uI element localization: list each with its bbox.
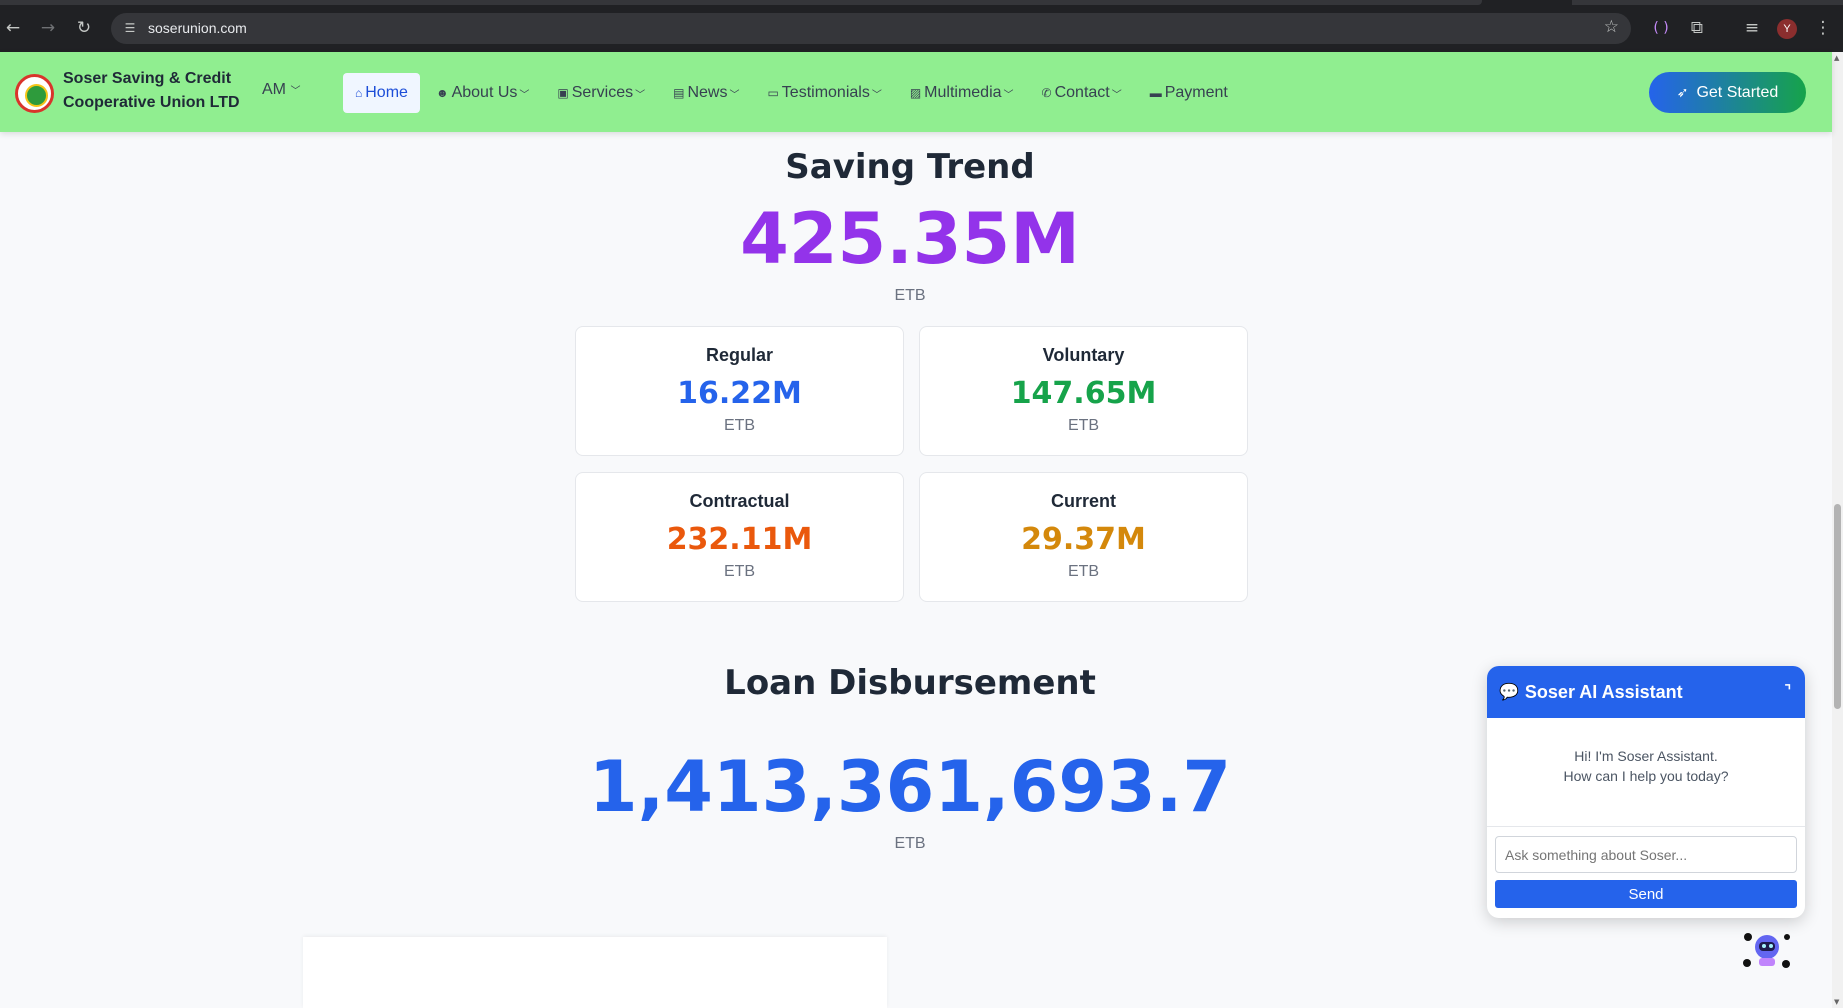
card-value: 29.37M [1021,522,1146,557]
site-navbar: Soser Saving & Credit Cooperative Union … [0,52,1832,132]
greeting-line-1: Hi! I'm Soser Assistant. [1574,748,1718,764]
nav-label: Multimedia [924,84,1002,101]
card-icon: ▬ [1149,86,1162,100]
people-icon: ☻ [435,86,449,100]
nav-label: Services [571,84,634,101]
media-control-icon[interactable]: ≡ [1740,16,1764,40]
card-unit: ETB [723,563,756,580]
get-started-button[interactable]: ➶ Get Started [1649,72,1806,113]
saving-card-contractual: Contractual 232.11M ETB [575,472,904,602]
chevron-down-icon: ﹀ [729,89,740,101]
card-label: Regular [705,345,774,365]
nav-label: Payment [1164,84,1228,101]
scroll-down-icon[interactable]: ▼ [1834,998,1839,1006]
browser-toolbar: ← → ↻ ☰ soserunion.com ☆ ( ) ⧉ ≡ Y ⋮ [0,0,1843,52]
newspaper-icon: ▤ [673,86,685,100]
saving-card-current: Current 29.37M ETB [919,472,1248,602]
loan-disbursement-title: Loan Disbursement [724,663,1096,703]
chat-title: Soser AI Assistant [1524,681,1683,702]
card-value: 232.11M [666,522,813,557]
ai-assistant-chat: 💬 Soser AI Assistant ⌝ Hi! I'm Soser Ass… [1487,666,1805,918]
nav-item-news[interactable]: ▤ News ﹀ [667,73,745,113]
content-panel [303,937,887,1008]
nav-label: Home [365,84,408,101]
home-icon: ⌂ [355,86,363,100]
card-value: 147.65M [1010,376,1157,411]
brand-line-2: Cooperative Union LTD [63,94,240,111]
loan-disbursement-value: 1,413,361,693.7 [588,746,1232,828]
chevron-down-icon: ﹀ [635,89,646,101]
url-text[interactable]: soserunion.com [148,20,247,36]
nav-label: About Us [451,84,518,101]
language-selector[interactable]: AM ﹀ [262,81,300,99]
active-tab-edge[interactable] [0,0,1482,5]
nav-label: Testimonials [781,84,870,101]
nav-label: News [687,84,728,101]
card-unit: ETB [1067,563,1100,580]
forward-arrow-icon[interactable]: → [36,16,60,40]
chevron-down-icon: ﹀ [871,89,882,101]
back-arrow-icon[interactable]: ← [1,16,25,40]
card-label: Contractual [689,491,790,511]
kebab-menu-icon[interactable]: ⋮ [1811,16,1835,40]
reload-icon[interactable]: ↻ [72,16,96,40]
chevron-down-icon: ﹀ [290,86,301,97]
chat-greeting: Hi! I'm Soser Assistant. How can I help … [1487,746,1805,786]
saving-total-value: 425.35M [740,198,1080,280]
phone-icon: ✆ [1041,86,1052,100]
brand-name[interactable]: Soser Saving & Credit Cooperative Union … [63,67,253,115]
puzzle-icon[interactable]: ⧉ [1685,16,1709,40]
chat-header: 💬 Soser AI Assistant ⌝ [1487,666,1805,718]
card-label: Current [1050,491,1116,511]
scroll-up-icon[interactable]: ▲ [1834,54,1839,62]
address-bar[interactable]: ☰ soserunion.com ☆ [111,13,1631,44]
chat-divider [1487,826,1805,827]
send-button[interactable]: Send [1495,880,1797,908]
brand-line-1: Soser Saving & Credit [63,70,232,87]
rocket-icon: ➶ [1676,84,1689,100]
card-label: Voluntary [1042,345,1125,365]
language-label: AM [262,81,286,98]
image-icon: ▨ [909,86,922,100]
nav-item-multimedia[interactable]: ▨ Multimedia ﹀ [904,73,1020,113]
card-unit: ETB [723,417,756,434]
chevron-down-icon: ﹀ [1111,89,1122,101]
saving-total-unit: ETB [894,287,926,304]
saving-trend-title: Saving Trend [785,147,1035,187]
get-started-label: Get Started [1696,83,1779,101]
chat-input[interactable] [1495,836,1797,873]
nav-item-contact[interactable]: ✆ Contact ﹀ [1036,73,1128,113]
page-scrollbar[interactable]: ▲ ▼ [1832,52,1843,1008]
inactive-tab-edge[interactable] [1572,0,1843,5]
card-value: 16.22M [677,376,802,411]
minimize-icon[interactable]: ⌝ [1784,682,1791,699]
scrollbar-thumb[interactable] [1834,504,1841,709]
nav-item-about-us[interactable]: ☻ About Us ﹀ [430,73,535,113]
union-logo[interactable] [15,74,54,113]
star-icon[interactable]: ☆ [1604,17,1619,37]
saving-card-regular: Regular 16.22M ETB [575,326,904,456]
nav-item-services[interactable]: ▣ Services ﹀ [551,73,651,113]
speech-bubble-icon: 💬 [1499,684,1519,701]
profile-avatar[interactable]: Y [1777,19,1797,39]
nav-label: Contact [1054,84,1110,101]
saving-card-voluntary: Voluntary 147.65M ETB [919,326,1248,456]
tune-icon[interactable]: ☰ [121,19,139,37]
nav-item-payment[interactable]: ▬ Payment [1144,73,1234,113]
nav-menu: ⌂ Home ☻ About Us ﹀ ▣ Services ﹀ ▤ News … [343,73,1250,113]
chevron-down-icon: ﹀ [1003,89,1014,101]
nav-item-testimonials[interactable]: ▭ Testimonials ﹀ [761,73,887,113]
chevron-down-icon: ﹀ [519,89,530,101]
robot-mascot-icon[interactable] [1740,929,1794,972]
chat-quote-icon: ▭ [767,86,779,100]
card-unit: ETB [1067,417,1100,434]
loan-disbursement-unit: ETB [894,835,926,852]
extension-icon[interactable]: ( ) [1649,16,1673,40]
greeting-line-2: How can I help you today? [1563,768,1729,784]
briefcase-icon: ▣ [557,86,569,100]
nav-item-home[interactable]: ⌂ Home [343,73,420,113]
